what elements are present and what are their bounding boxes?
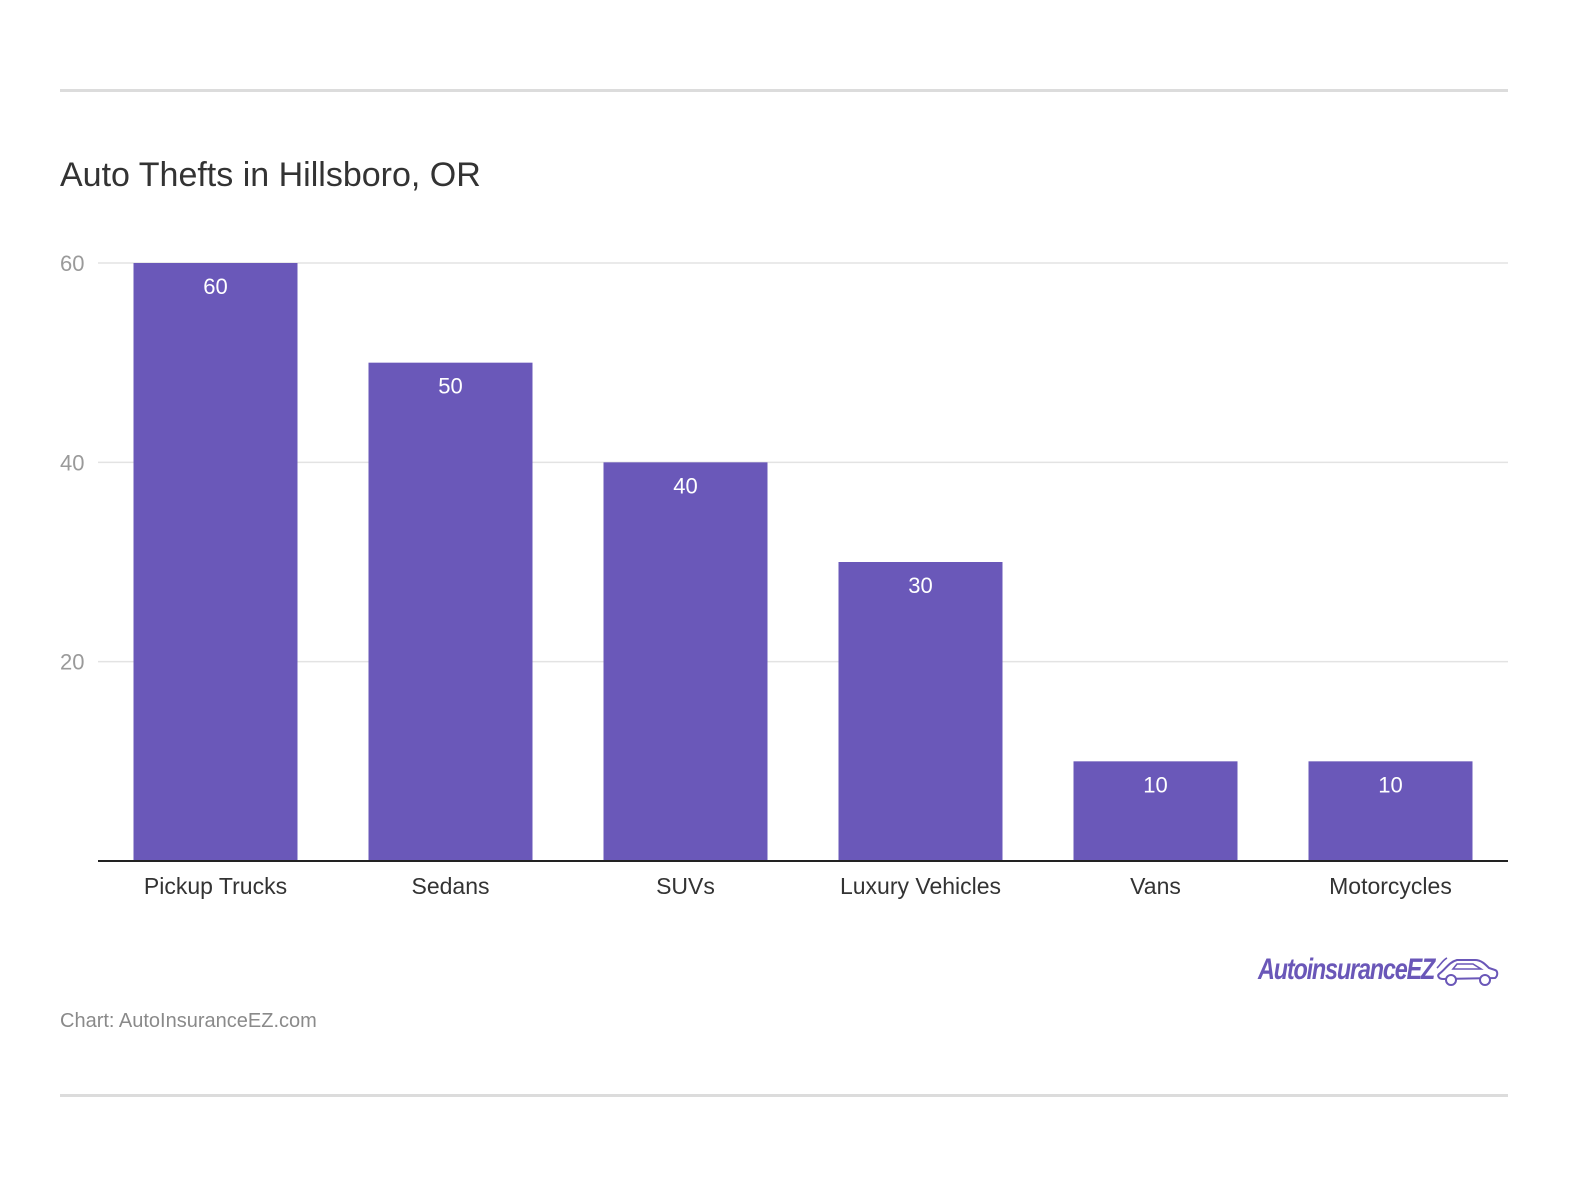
x-tick-label: Luxury Vehicles <box>840 873 1001 899</box>
x-tick-label: Pickup Trucks <box>144 873 287 899</box>
x-tick-label: Vans <box>1130 873 1181 899</box>
x-tick-label: Motorcycles <box>1329 873 1452 899</box>
data-label: 40 <box>673 473 697 498</box>
y-tick-label-60: 60 <box>60 251 84 276</box>
data-label: 60 <box>203 274 227 299</box>
data-label: 50 <box>438 374 462 399</box>
bottom-divider <box>60 1094 1508 1097</box>
chart-source: Chart: AutoInsuranceEZ.com <box>60 1010 317 1032</box>
logo-text: AutoinsuranceEZ <box>1258 953 1435 986</box>
bar-suvs <box>603 462 768 861</box>
bar-luxury-vehicles <box>838 562 1003 861</box>
gridlines <box>98 262 1508 663</box>
y-tick-label-40: 40 <box>60 450 84 475</box>
bar-sedans <box>368 362 533 861</box>
data-label: 10 <box>1143 772 1167 797</box>
car-icon <box>1436 957 1499 986</box>
y-tick-label-20: 20 <box>60 650 84 675</box>
bar-chart: 20 40 60 60 Pickup Trucks 50 Sedans 40 SUVs 30 Lux… <box>60 251 1508 899</box>
x-tick-label: SUVs <box>656 873 715 899</box>
data-label: 10 <box>1378 772 1402 797</box>
x-tick-label: Sedans <box>411 873 489 899</box>
brand-logo: AutoinsuranceEZ <box>1258 944 1503 996</box>
data-label: 30 <box>908 573 932 598</box>
bars <box>98 263 1508 862</box>
bar-pickup-trucks <box>133 263 298 861</box>
